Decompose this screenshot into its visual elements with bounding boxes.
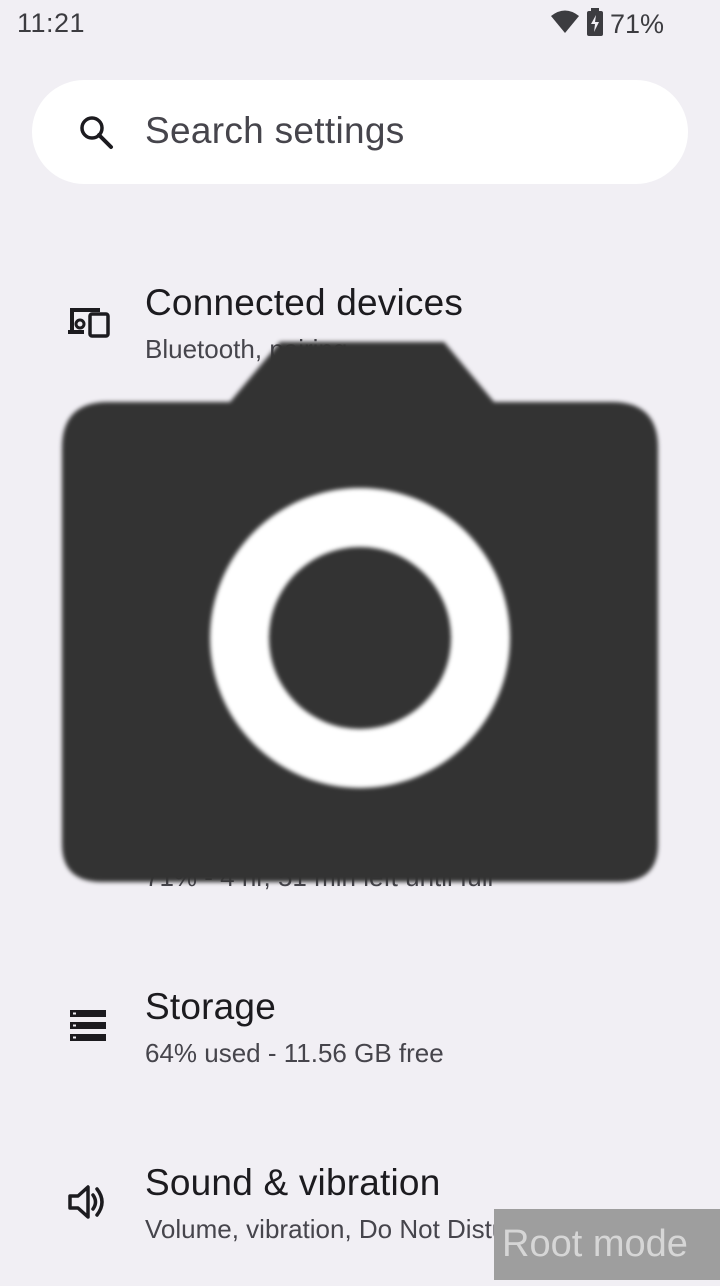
item-summary: Notification history, conversations [145,686,531,716]
search-icon [78,114,114,150]
item-summary: Bluetooth, pairing [145,334,348,364]
item-title: Sound & vibration [145,1162,441,1203]
settings-item-notifications[interactable]: Notifications Notification history, conv… [0,582,720,758]
settings-item-apps[interactable]: Apps Recent apps, default apps [0,406,720,582]
speaker-icon [66,1180,110,1224]
settings-item-storage[interactable]: Storage 64% used - 11.56 GB free [0,934,720,1110]
bell-icon [66,652,110,696]
storage-icon [66,1004,110,1048]
search-bar[interactable]: Search settings [32,80,688,184]
item-title: Notifications [145,634,350,675]
status-time: 11:21 [17,8,86,38]
item-title: Battery [145,810,264,851]
wifi-icon [550,9,580,40]
search-placeholder: Search settings [145,110,405,151]
item-summary: Recent apps, default apps [145,510,448,540]
settings-list: Connected devices Bluetooth, pairing App… [0,230,720,1286]
settings-item-connected-devices[interactable]: Connected devices Bluetooth, pairing [0,230,720,406]
item-title: Storage [145,986,276,1027]
item-summary: Volume, vibration, Do Not Disturb [145,1214,530,1244]
apps-grid-icon [66,476,110,520]
status-icons: 71% [550,8,664,41]
battery-percent: 71% [609,9,664,39]
settings-item-battery[interactable]: Battery 71% - 4 hr, 51 min left until fu… [0,758,720,934]
battery-charging-icon [586,8,604,41]
item-summary: 71% - 4 hr, 51 min left until full [145,862,494,892]
item-summary: 64% used - 11.56 GB free [145,1038,444,1068]
root-mode-badge: Root mode [494,1209,720,1280]
battery-icon [66,828,110,872]
item-title: Connected devices [145,282,464,323]
devices-icon [66,300,110,344]
status-bar: 11:21 71% [0,0,720,50]
item-title: Apps [145,458,231,499]
